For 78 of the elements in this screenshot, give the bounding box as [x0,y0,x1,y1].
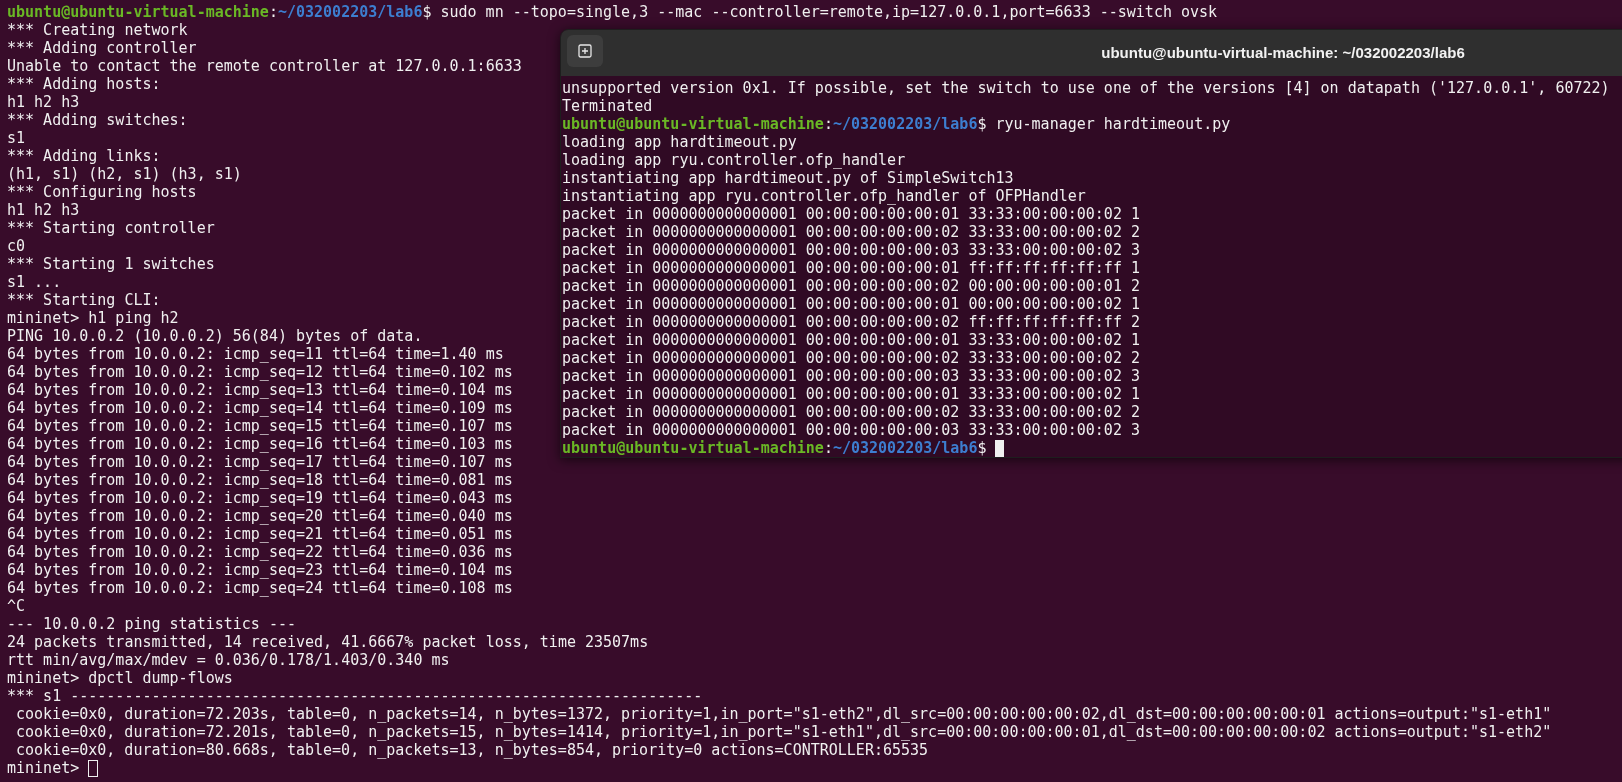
output-line: packet in 0000000000000001 00:00:00:00:00:02 ff:ff:ff:ff:ff:ff 2 [562,313,1140,331]
output-line: 64 bytes from 10.0.0.2: icmp_seq=11 ttl=64 time=1.40 ms [7,345,504,363]
output-line: Unable to contact the remote controller at 127.0.0.1:6633 [7,57,522,75]
output-line: *** Adding hosts: [7,75,161,93]
output-line: mininet> dpctl dump-flows [7,669,233,687]
output-line: *** s1 ---------------------------------------------------------------------- [7,687,703,705]
output-line: packet in 0000000000000001 00:00:00:00:00:01 33:33:00:00:00:02 1 [562,205,1140,223]
command-text: ryu-manager hardtimeout.py [995,115,1231,133]
output-line: unsupported version 0x1. If possible, set the switch to use one of the versions [4] on datapath ('127.0.0.1', 60722) [562,79,1610,97]
output-line: packet in 0000000000000001 00:00:00:00:00:01 33:33:00:00:00:02 1 [562,331,1140,349]
output-line: rtt min/avg/max/mdev = 0.036/0.178/1.403/0.340 ms [7,651,450,669]
output-line: Terminated [562,97,653,115]
output-line: 64 bytes from 10.0.0.2: icmp_seq=17 ttl=64 time=0.107 ms [7,453,513,471]
output-line: (h1, s1) (h2, s1) (h3, s1) [7,165,242,183]
new-tab-button[interactable] [567,35,603,67]
output-line: 64 bytes from 10.0.0.2: icmp_seq=15 ttl=64 time=0.107 ms [7,417,513,435]
window-title: ubuntu@ubuntu-virtual-machine: ~/032002203/lab6 [1101,42,1465,63]
output-line: s1 [7,129,26,147]
output-line: *** Starting 1 switches [7,255,215,273]
output-line: --- 10.0.0.2 ping statistics --- [7,615,296,633]
output-line: 64 bytes from 10.0.0.2: icmp_seq=24 ttl=64 time=0.108 ms [7,579,513,597]
output-line: packet in 0000000000000001 00:00:00:00:00:03 33:33:00:00:00:02 3 [562,367,1140,385]
output-line: packet in 0000000000000001 00:00:00:00:00:01 ff:ff:ff:ff:ff:ff 1 [562,259,1140,277]
plus-square-icon [578,44,592,58]
prompt-path: ~/032002203/lab6 [832,115,978,133]
output-line: 64 bytes from 10.0.0.2: icmp_seq=19 ttl=64 time=0.043 ms [7,489,513,507]
output-line: *** Creating network [7,21,188,39]
output-line: h1 h2 h3 [7,201,80,219]
output-line: packet in 0000000000000001 00:00:00:00:00:01 00:00:00:00:00:02 1 [562,295,1140,313]
prompt-user: ubuntu@ubuntu-virtual-machine [7,3,269,21]
output-line: instantiating app hardtimeout.py of SimpleSwitch13 [562,169,1014,187]
output-line: cookie=0x0, duration=80.668s, table=0, n_packets=13, n_bytes=854, priority=0 actions=CONTROLLER:65535 [16,741,929,759]
command-text: sudo mn --topo=single,3 --mac --controller=remote,ip=127.0.0.1,port=6633 --switch ovsk [440,3,1218,21]
prompt-symbol: $ [422,3,432,21]
output-line: 64 bytes from 10.0.0.2: icmp_seq=22 ttl=64 time=0.036 ms [7,543,513,561]
output-line: 64 bytes from 10.0.0.2: icmp_seq=20 ttl=64 time=0.040 ms [7,507,513,525]
prompt-user: ubuntu@ubuntu-virtual-machine [562,115,824,133]
output-line: ^C [7,597,26,615]
output-line: cookie=0x0, duration=72.201s, table=0, n_packets=15, n_bytes=1414, priority=1,in_port="s1-eth1",dl_src=00:00:00:00:00:01,dl_dst=00:00:00:00:00:02 actions=output:"s1-eth2" [16,723,1552,741]
output-line: 64 bytes from 10.0.0.2: icmp_seq=16 ttl=64 time=0.103 ms [7,435,513,453]
output-line: *** Adding controller [7,39,197,57]
output-line: 64 bytes from 10.0.0.2: icmp_seq=14 ttl=64 time=0.109 ms [7,399,513,417]
output-line: *** Adding switches: [7,111,188,129]
prompt-separator: : [823,115,833,133]
output-line: *** Adding links: [7,147,161,165]
output-line: 64 bytes from 10.0.0.2: icmp_seq=18 ttl=64 time=0.081 ms [7,471,513,489]
output-line: packet in 0000000000000001 00:00:00:00:00:01 33:33:00:00:00:02 1 [562,385,1140,403]
prompt-separator: : [268,3,278,21]
prompt-path: ~/032002203/lab6 [277,3,423,21]
output-line: packet in 0000000000000001 00:00:00:00:00:02 33:33:00:00:00:02 2 [562,403,1140,421]
output-line: 64 bytes from 10.0.0.2: icmp_seq=23 ttl=64 time=0.104 ms [7,561,513,579]
output-line: cookie=0x0, duration=72.203s, table=0, n_packets=14, n_bytes=1372, priority=1,in_port="s1-eth2",dl_src=00:00:00:00:00:02,dl_dst=00:00:00:00:00:01 actions=output:"s1-eth1" [16,705,1552,723]
output-line: loading app ryu.controller.ofp_handler [562,151,906,169]
output-line: 64 bytes from 10.0.0.2: icmp_seq=13 ttl=64 time=0.104 ms [7,381,513,399]
output-line: *** Starting CLI: [7,291,161,309]
prompt-separator: : [823,439,833,457]
output-line: mininet> h1 ping h2 [7,309,179,327]
output-line: loading app hardtimeout.py [562,133,797,151]
output-line: packet in 0000000000000001 00:00:00:00:00:03 33:33:00:00:00:02 3 [562,421,1140,439]
output-line: packet in 0000000000000001 00:00:00:00:00:03 33:33:00:00:00:02 3 [562,241,1140,259]
prompt-symbol: $ [977,439,987,457]
output-line: h1 h2 h3 [7,93,80,111]
output-line: s1 ... [7,273,62,291]
output-line: c0 [7,237,26,255]
output-line: 64 bytes from 10.0.0.2: icmp_seq=12 ttl=64 time=0.102 ms [7,363,513,381]
output-line: packet in 0000000000000001 00:00:00:00:00:02 00:00:00:00:00:01 2 [562,277,1140,295]
output-line: mininet> [7,759,80,777]
output-line: packet in 0000000000000001 00:00:00:00:00:02 33:33:00:00:00:02 2 [562,349,1140,367]
output-line: 24 packets transmitted, 14 received, 41.6667% packet loss, time 23507ms [7,633,649,651]
output-line: PING 10.0.0.2 (10.0.0.2) 56(84) bytes of data. [7,327,423,345]
prompt-symbol: $ [977,115,987,133]
prompt-user: ubuntu@ubuntu-virtual-machine [562,439,824,457]
output-line: instantiating app ryu.controller.ofp_handler of OFPHandler [562,187,1086,205]
output-line: *** Starting controller [7,219,215,237]
prompt-path: ~/032002203/lab6 [832,439,978,457]
output-line: 64 bytes from 10.0.0.2: icmp_seq=21 ttl=64 time=0.051 ms [7,525,513,543]
output-line: packet in 0000000000000001 00:00:00:00:00:02 33:33:00:00:00:02 2 [562,223,1140,241]
output-line: *** Configuring hosts [7,183,197,201]
